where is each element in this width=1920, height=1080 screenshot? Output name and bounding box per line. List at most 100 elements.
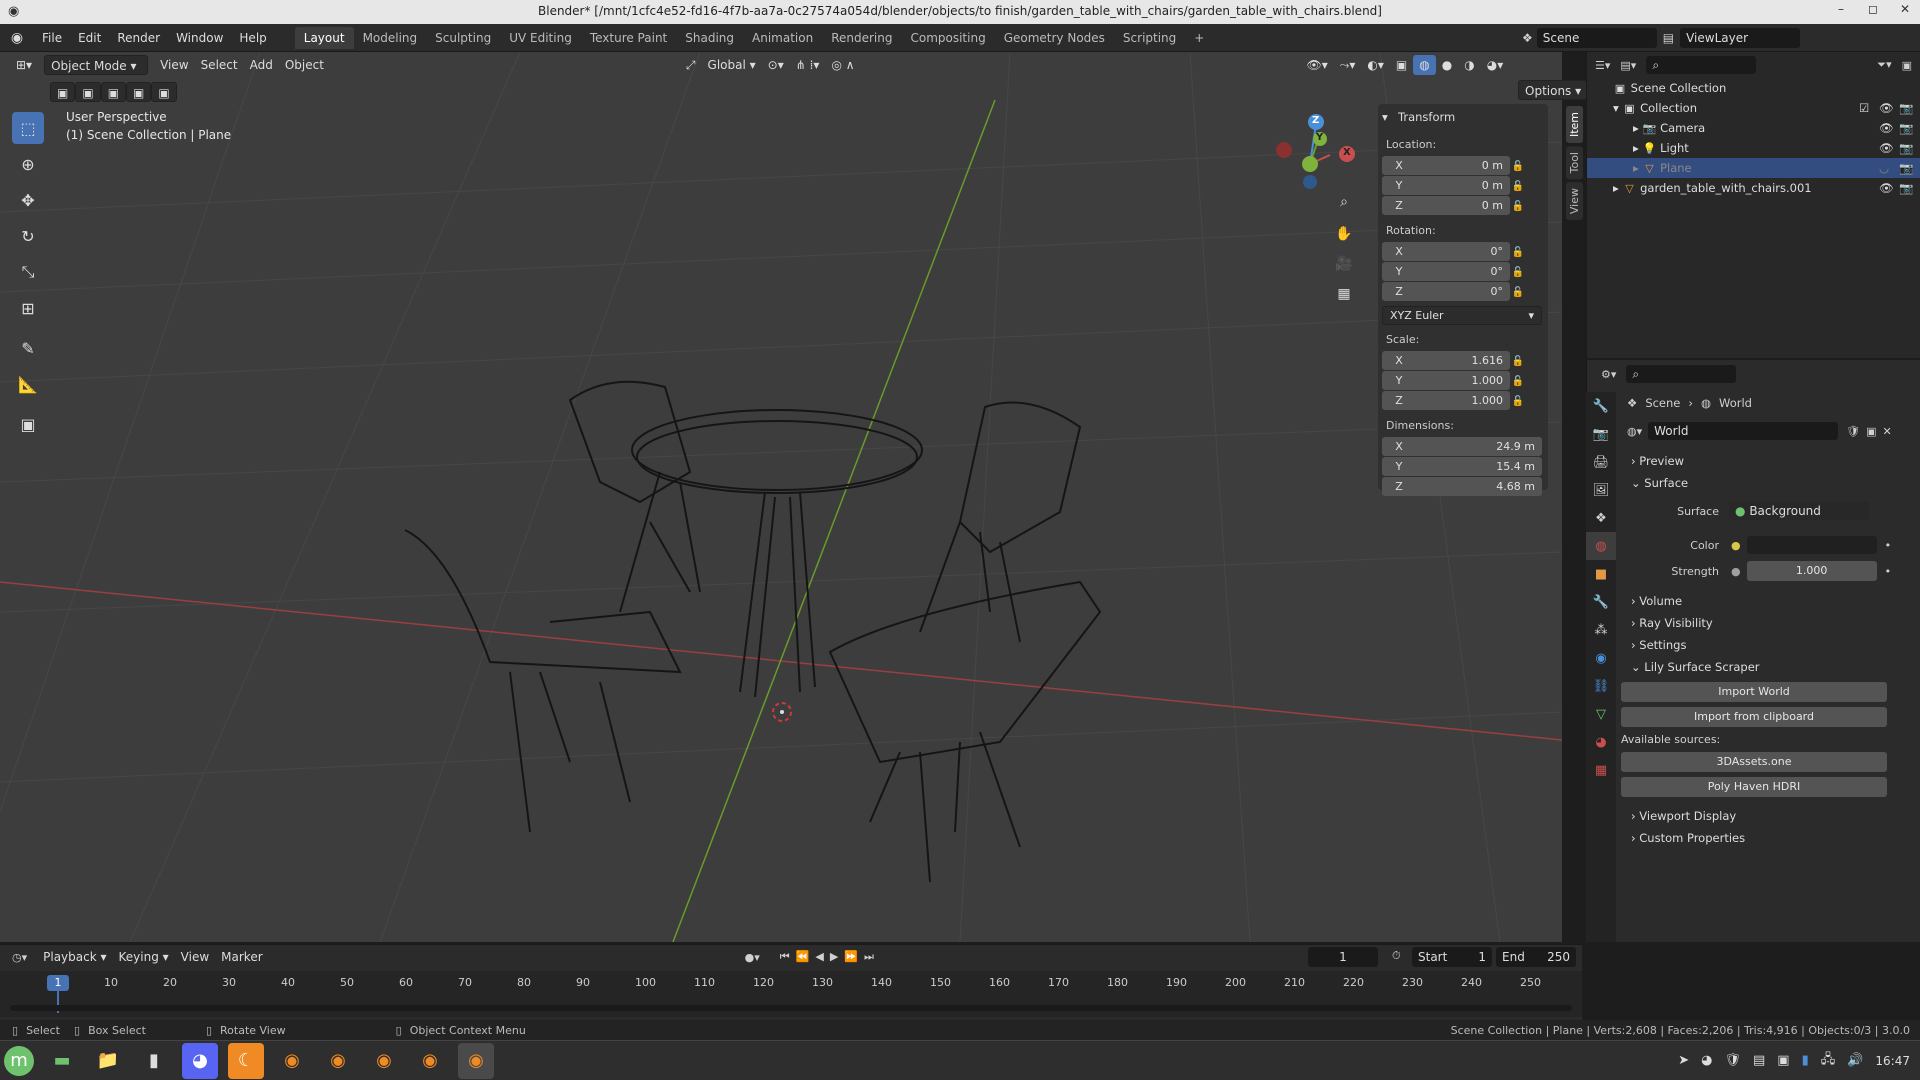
shading-wireframe-icon[interactable]: ◍ [1413,55,1436,75]
options-dropdown[interactable]: Options ▾ [1518,80,1589,100]
outliner-row-garden-table[interactable]: ▸ ▽ garden_table_with_chairs.001 👁 📷 [1587,178,1920,198]
panel-surface[interactable]: ⌄ Surface [1619,472,1919,494]
outliner-editor-icon[interactable]: ☰▾ [1595,59,1610,72]
outliner-row-collection[interactable]: ▾ ▣ Collection ☑ 👁 📷 [1587,98,1920,118]
scale-tool-icon[interactable]: ⤡ [12,256,44,288]
dimensions-y-field[interactable]: Y 15.4 m [1382,457,1542,476]
tab-sculpting[interactable]: Sculpting [426,27,500,49]
import-world-button[interactable]: Import World [1621,682,1887,702]
panel-viewport-display[interactable]: › Viewport Display [1619,805,1919,827]
new-collection-icon[interactable]: ▣ [1902,59,1912,72]
particles-tab-icon[interactable]: ⁂ [1586,616,1616,644]
tab-uv-editing[interactable]: UV Editing [500,27,581,49]
collapse-chevron-icon[interactable]: ▾ [1382,110,1398,124]
world-tab-icon[interactable]: ◍ [1586,532,1616,560]
scene-selector[interactable]: Scene [1536,28,1657,48]
tab-geometry-nodes[interactable]: Geometry Nodes [995,27,1114,49]
outliner-scene-collection[interactable]: ▣ Scene Collection [1587,78,1920,98]
socket-icon[interactable]: ● [1731,539,1741,552]
view-layer-icon[interactable]: ▤ [1663,31,1674,45]
files-folder-icon[interactable]: 📁 [90,1043,126,1079]
editor-type-icon[interactable]: ⊞▾ [10,55,38,75]
timeline-editor-icon[interactable]: ◷▾ [12,951,27,964]
checkbox-icon[interactable]: ☑ [1859,98,1869,118]
transform-header[interactable]: Transform [1398,110,1455,124]
menu-keying[interactable]: Keying ▾ [113,947,175,967]
tab-animation[interactable]: Animation [743,27,822,49]
select-intersect-icon[interactable]: ▣ [151,82,177,102]
transform-tool-icon[interactable]: ⊞ [12,292,44,324]
pan-hand-icon[interactable]: ✋ [1332,226,1356,242]
properties-search-input[interactable]: ⌕ [1626,365,1737,383]
surface-shader-field[interactable]: ● Background [1729,502,1869,520]
menu-select[interactable]: Select [195,55,244,75]
blender-app-icon[interactable]: ◉ [320,1043,356,1079]
keyboard-layout-flag-icon[interactable]: ▮ [1802,1053,1809,1068]
menu-object[interactable]: Object [279,55,330,75]
cursor-tool-icon[interactable]: ⊕ [12,148,44,180]
shield-tray-icon[interactable]: 🛡 [1724,1053,1741,1068]
outliner-row-plane[interactable]: ▸ ▽ Plane ◡ 📷 [1587,158,1920,178]
move-tool-icon[interactable]: ✥ [12,184,44,216]
menu-playback[interactable]: Playback ▾ [37,947,112,967]
gizmo-z-label[interactable]: Z [1312,115,1319,126]
filter-icon[interactable]: ⏷▾ [1877,58,1891,72]
tab-compositing[interactable]: Compositing [901,27,994,49]
tab-scripting[interactable]: Scripting [1114,27,1185,49]
material-tab-icon[interactable]: ◕ [1586,728,1616,756]
scene-icon[interactable]: ❖ [1522,31,1533,45]
dimensions-x-field[interactable]: X 24.9 m [1382,437,1542,456]
menu-marker[interactable]: Marker [215,947,268,967]
rotate-tool-icon[interactable]: ↻ [12,220,44,252]
unlink-icon[interactable]: ✕ [1883,425,1892,438]
lock-icon[interactable]: 🔓 [1510,267,1526,278]
tab-texture-paint[interactable]: Texture Paint [581,27,676,49]
telegram-tray-icon[interactable]: ➤ [1678,1053,1689,1068]
network-tray-icon[interactable]: 🖧 [1821,1050,1836,1072]
discord-tray-icon[interactable]: ◕ [1701,1053,1712,1068]
menu-view[interactable]: View [154,55,194,75]
panel-preview[interactable]: › Preview [1619,450,1919,472]
panel-custom-properties[interactable]: › Custom Properties [1619,827,1919,849]
update-tray-icon[interactable]: ▣ [1777,1053,1789,1068]
shading-rendered-icon[interactable]: ◕▾ [1481,55,1510,75]
show-desktop-icon[interactable]: ▬ [44,1043,80,1079]
proportional-edit-icon[interactable]: ◎ ∧ [825,55,860,75]
location-z-field[interactable]: Z0 m [1382,196,1510,215]
scale-z-field[interactable]: Z 1.000 [1382,391,1510,410]
rotation-z-field[interactable]: Z 0° [1382,282,1510,301]
close-icon[interactable]: ✕ [1894,2,1916,20]
npanel-tab-item[interactable]: Item [1566,106,1583,144]
tab-shading[interactable]: Shading [676,27,743,49]
object-tab-icon[interactable]: ■ [1586,560,1616,588]
volume-tray-icon[interactable]: 🔊 [1847,1053,1863,1068]
orientation-selector[interactable]: Global ▾ [702,55,762,75]
scale-y-field[interactable]: Y 1.000 [1382,371,1510,390]
select-new-icon[interactable]: ▣ [50,82,76,102]
lock-icon[interactable]: 🔓 [1510,376,1526,387]
physics-tab-icon[interactable]: ◉ [1586,644,1616,672]
menu-help[interactable]: Help [231,27,274,49]
scale-x-field[interactable]: X 1.616 [1382,351,1510,370]
import-clipboard-button[interactable]: Import from clipboard [1621,707,1887,727]
tab-layout[interactable]: Layout [294,26,354,49]
constraints-tab-icon[interactable]: ⛓ [1586,672,1616,700]
menu-file[interactable]: File [34,27,70,49]
strength-field[interactable]: 1.000 [1746,561,1877,581]
lock-icon[interactable]: 🔓 [1510,287,1526,298]
select-subtract-icon[interactable]: ▣ [100,82,127,102]
playback-controls[interactable]: ⏮⏪◀▶⏩⏭ [780,950,880,964]
menu-add[interactable]: Add [244,55,279,75]
camera-render-icon[interactable]: 📷 [1899,98,1913,118]
lock-icon[interactable]: 🔓 [1510,201,1526,212]
panel-lily-scraper[interactable]: ⌄ Lily Surface Scraper [1619,656,1919,678]
location-x-field[interactable]: X0 m [1382,156,1510,175]
gizmo-x-label[interactable]: X [1343,147,1351,158]
lock-icon[interactable]: 🔓 [1510,356,1526,367]
rotation-y-field[interactable]: Y 0° [1382,262,1510,281]
mode-selector[interactable]: Object Mode ▾ [44,55,149,75]
data-tab-icon[interactable]: ▽ [1586,700,1616,728]
select-extend-icon[interactable]: ▣ [75,82,101,102]
lock-icon[interactable]: 🔓 [1510,161,1526,172]
tab-modeling[interactable]: Modeling [354,27,427,49]
